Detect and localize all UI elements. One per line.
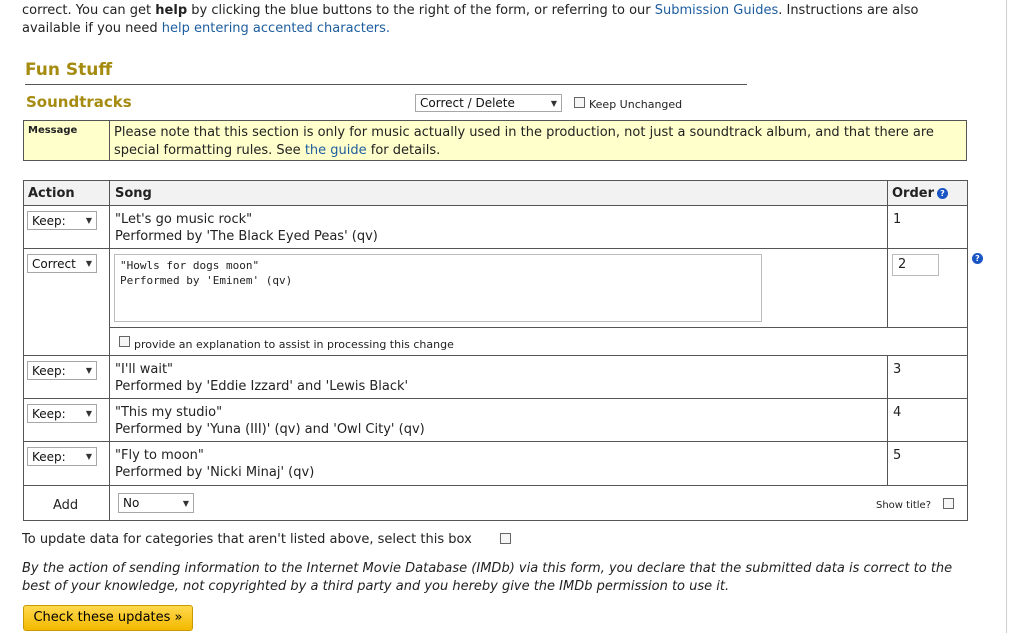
song-edit-textarea[interactable]: "Howls for dogs moon" Performed by 'Emin… <box>114 254 762 322</box>
song-title: "Fly to moon" <box>115 448 204 463</box>
section-divider <box>25 84 747 85</box>
order-input[interactable]: 2 <box>892 254 939 276</box>
check-updates-button[interactable]: Check these updates » <box>23 605 193 631</box>
disclaimer-text: By the action of sending information to … <box>22 561 953 594</box>
row-action-select[interactable]: Keep: ▼ <box>27 447 97 466</box>
soundtrack-table: Action Song Order ? Keep: ▼ "Let's go mus… <box>23 180 968 521</box>
song-performer: Performed by 'The Black Eyed Peas' (qv) <box>115 229 378 244</box>
song-cell: "Let's go music rock" Performed by 'The … <box>115 211 378 245</box>
song-cell: "Fly to moon" Performed by 'Nicki Minaj'… <box>115 447 314 481</box>
order-value: 3 <box>893 362 902 377</box>
row-divider <box>24 355 967 356</box>
header-song: Song <box>115 186 152 201</box>
submission-form-page: correct. You can get help by clicking th… <box>0 0 1013 633</box>
column-divider <box>887 181 888 327</box>
column-divider <box>109 181 110 520</box>
row-divider <box>24 205 967 206</box>
select-value: Keep: <box>32 364 66 378</box>
explanation-checkbox[interactable] <box>119 336 130 347</box>
order-value: 1 <box>893 212 902 227</box>
chevron-down-icon: ▼ <box>550 99 557 108</box>
update-categories-label: To update data for categories that aren'… <box>22 532 472 547</box>
select-value: Keep: <box>32 214 66 228</box>
message-label: Message <box>28 125 78 136</box>
update-categories-checkbox[interactable] <box>500 533 511 544</box>
row-help-icon[interactable]: ? <box>972 253 983 264</box>
row-action-select[interactable]: Correct ▼ <box>27 254 97 273</box>
intro-text-segment: . Instructions are also <box>778 3 919 18</box>
soundtracks-action-select[interactable]: Correct / Delete ▼ <box>415 94 562 112</box>
message-box: Message Please note that this section is… <box>23 120 967 161</box>
guide-link[interactable]: the guide <box>305 143 367 158</box>
song-cell: "I'll wait" Performed by 'Eddie Izzard' … <box>115 361 408 395</box>
add-label: Add <box>53 498 79 513</box>
row-divider <box>24 485 967 486</box>
song-performer: Performed by 'Eddie Izzard' and 'Lewis B… <box>115 379 409 394</box>
chevron-down-icon: ▼ <box>85 216 92 225</box>
section-title: Fun Stuff <box>25 60 113 80</box>
message-text-segment: for details. <box>366 143 441 158</box>
explanation-label: provide an explanation to assist in proc… <box>134 338 454 351</box>
select-value: Keep: <box>32 407 66 421</box>
order-help-icon[interactable]: ? <box>937 188 948 199</box>
intro-text-segment: by clicking the blue buttons to the righ… <box>187 3 655 18</box>
intro-help-word: help <box>155 3 188 18</box>
order-value: 4 <box>893 405 902 420</box>
accented-characters-help-link[interactable]: help entering accented characters. <box>162 21 390 36</box>
soundtracks-title: Soundtracks <box>26 93 132 111</box>
intro-text-segment: available if you need <box>22 21 162 36</box>
song-title: "This my studio" <box>115 405 223 420</box>
message-text: Please note that this section is only fo… <box>114 124 964 160</box>
header-action: Action <box>28 186 75 201</box>
keep-unchanged-checkbox[interactable] <box>574 97 585 108</box>
chevron-down-icon: ▼ <box>85 259 92 268</box>
row-divider <box>24 248 967 249</box>
song-performer: Performed by 'Yuna (III)' (qv) and 'Owl … <box>115 422 425 437</box>
row-action-select[interactable]: Keep: ▼ <box>27 361 97 380</box>
order-value: 5 <box>893 448 902 463</box>
chevron-down-icon: ▼ <box>85 452 92 461</box>
song-performer: Performed by 'Nicki Minaj' (qv) <box>115 465 315 480</box>
song-title: "Let's go music rock" <box>115 212 253 227</box>
show-title-checkbox[interactable] <box>943 498 954 509</box>
chevron-down-icon: ▼ <box>85 366 92 375</box>
message-text-segment: Please note that this section is only fo… <box>114 125 934 158</box>
select-value: Keep: <box>32 450 66 464</box>
chevron-down-icon: ▼ <box>182 499 189 508</box>
row-action-select[interactable]: Keep: ▼ <box>27 211 97 230</box>
row-divider <box>110 327 967 328</box>
row-action-select[interactable]: Keep: ▼ <box>27 404 97 423</box>
select-value: No <box>123 496 140 510</box>
intro-text: correct. You can get help by clicking th… <box>22 2 1002 38</box>
header-order: Order <box>892 186 934 201</box>
submission-guides-link[interactable]: Submission Guides <box>655 3 778 18</box>
keep-unchanged-label: Keep Unchanged <box>589 98 683 111</box>
message-divider <box>109 121 110 160</box>
column-divider <box>887 355 888 485</box>
song-title: "I'll wait" <box>115 362 174 377</box>
song-cell: "This my studio" Performed by 'Yuna (III… <box>115 404 425 438</box>
show-title-label: Show title? <box>876 500 932 511</box>
add-select[interactable]: No ▼ <box>118 493 194 513</box>
select-value: Correct / Delete <box>420 96 515 110</box>
select-value: Correct <box>32 257 76 271</box>
chevron-down-icon: ▼ <box>85 409 92 418</box>
page-border <box>1006 0 1007 633</box>
table-header-bg <box>24 181 967 205</box>
row-divider <box>24 398 967 399</box>
intro-text-segment: correct. You can get <box>22 3 156 18</box>
row-divider <box>24 441 967 442</box>
